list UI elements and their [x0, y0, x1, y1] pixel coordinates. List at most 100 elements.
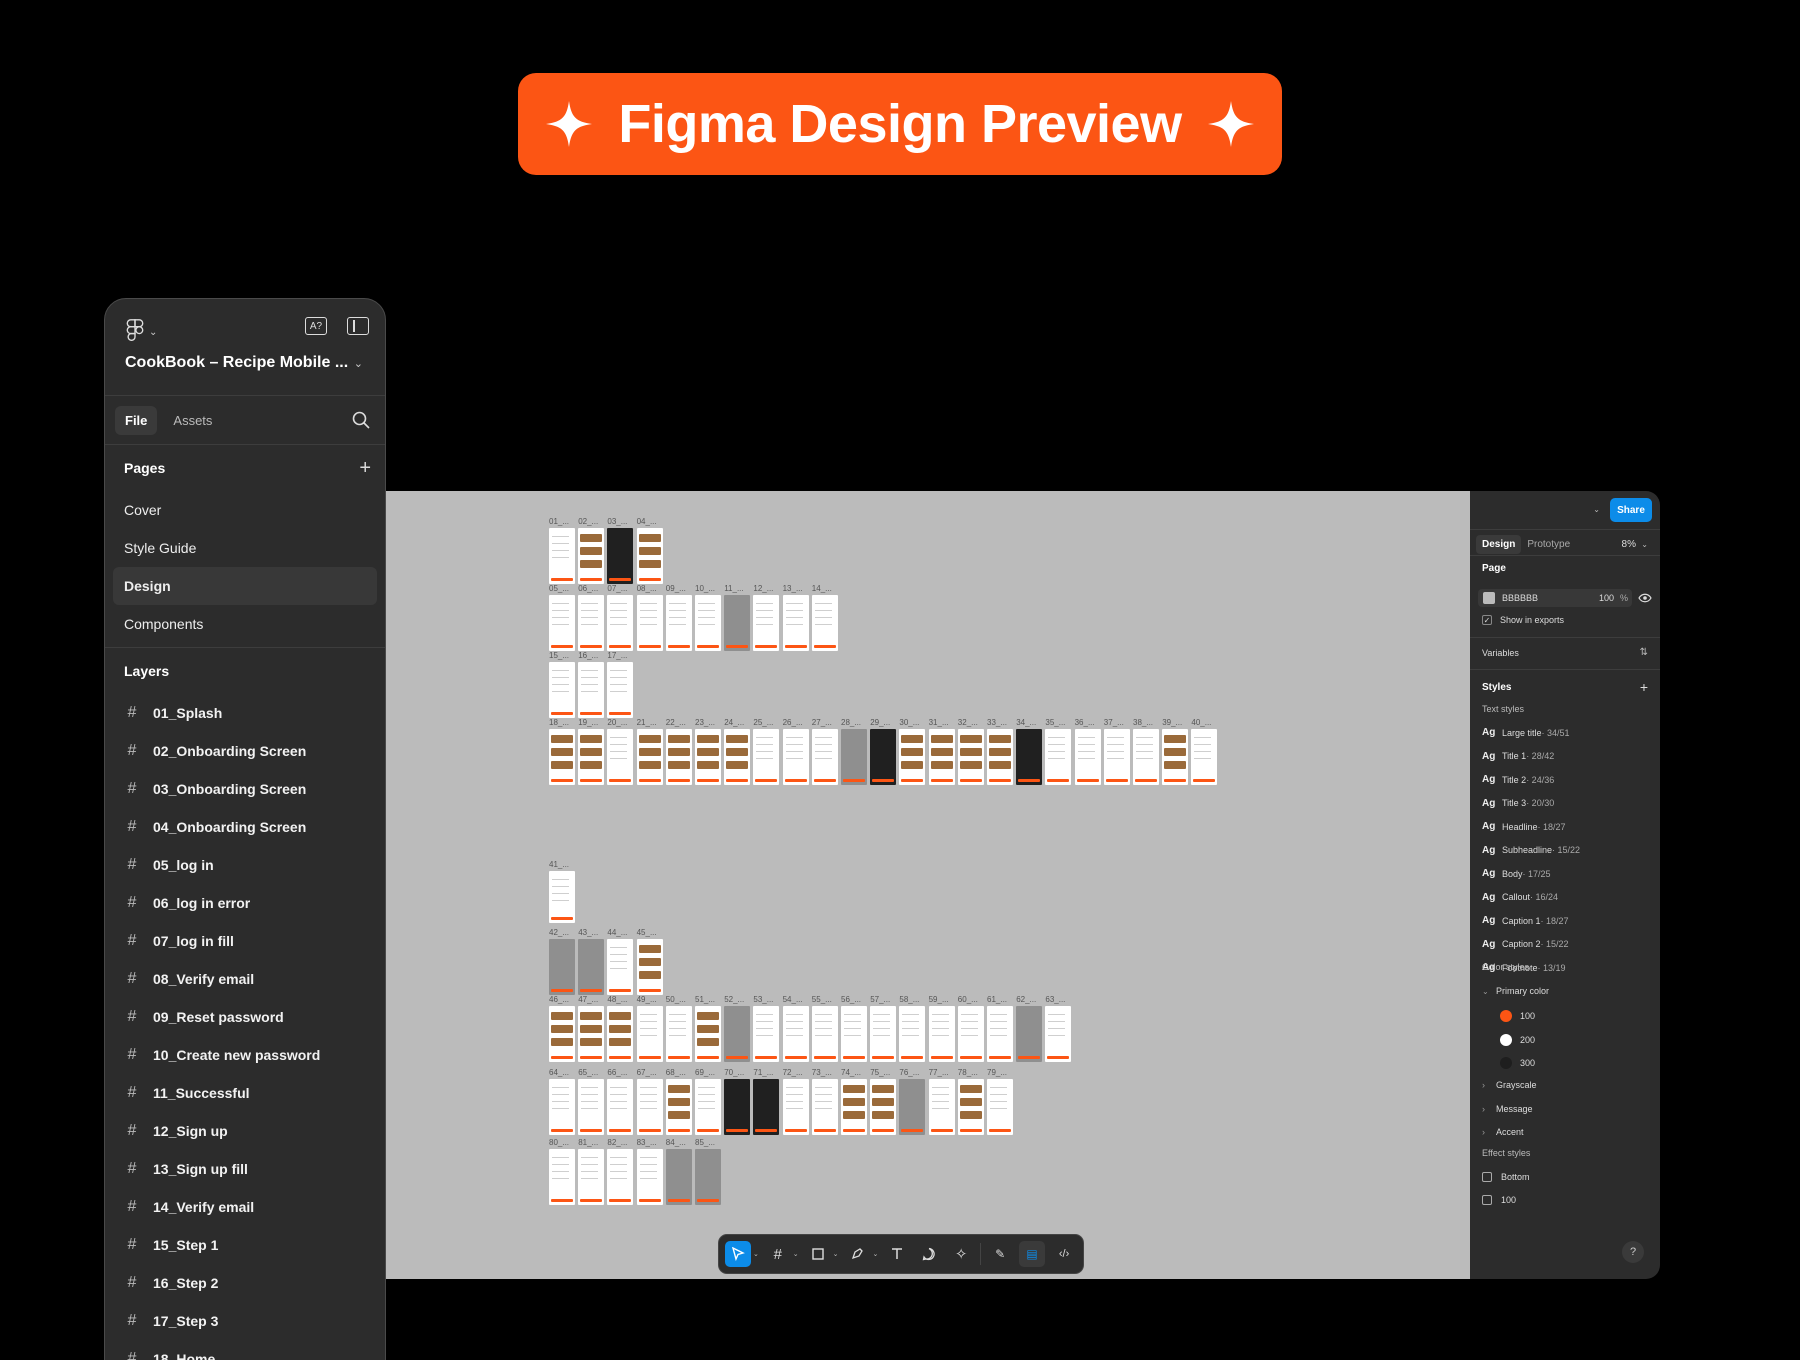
- frame-label[interactable]: 25_...: [753, 718, 773, 727]
- frame-label[interactable]: 59_...: [929, 995, 949, 1004]
- frame-label[interactable]: 05_...: [549, 584, 569, 593]
- frame-label[interactable]: 07_...: [607, 584, 627, 593]
- text-style-item[interactable]: Ag Headline · 18/27: [1482, 821, 1652, 832]
- chevron-down-icon[interactable]: ⌄: [793, 1250, 799, 1258]
- frame-label[interactable]: 52_...: [724, 995, 744, 1004]
- sidebar-toggle-icon[interactable]: [347, 317, 369, 335]
- frame-label[interactable]: 80_...: [549, 1138, 569, 1147]
- screen-frame[interactable]: [724, 1006, 751, 1062]
- frame-label[interactable]: 78_...: [958, 1068, 978, 1077]
- screen-frame[interactable]: [636, 1006, 663, 1062]
- pen-tool-icon[interactable]: [844, 1241, 870, 1267]
- screen-frame[interactable]: [899, 1006, 926, 1062]
- text-style-item[interactable]: Ag Callout · 16/24: [1482, 892, 1652, 903]
- chevron-down-icon[interactable]: ⌄: [833, 1250, 839, 1258]
- screen-frame[interactable]: [695, 729, 721, 785]
- screen-frame[interactable]: [636, 1149, 663, 1205]
- frame-label[interactable]: 04_...: [637, 517, 657, 526]
- frame-label[interactable]: 71_...: [753, 1068, 773, 1077]
- frame-label[interactable]: 18_...: [549, 718, 569, 727]
- layer-item[interactable]: #10_Create new password: [105, 1036, 385, 1074]
- layer-item[interactable]: #05_log in: [105, 846, 385, 884]
- screen-frame[interactable]: [607, 939, 634, 995]
- text-style-item[interactable]: Ag Caption 1 · 18/27: [1482, 915, 1652, 926]
- frame-label[interactable]: 10_...: [695, 584, 715, 593]
- tab-design[interactable]: Design: [1476, 535, 1522, 554]
- frame-label[interactable]: 46_...: [549, 995, 569, 1004]
- effect-style-item[interactable]: Bottom: [1482, 1172, 1652, 1182]
- screen-frame[interactable]: [607, 1149, 634, 1205]
- screen-frame[interactable]: [753, 1079, 780, 1135]
- color-style-item[interactable]: 300: [1500, 1057, 1652, 1069]
- frame-label[interactable]: 60_...: [958, 995, 978, 1004]
- frame-label[interactable]: 48_...: [607, 995, 627, 1004]
- page-color-swatch[interactable]: [1483, 592, 1495, 604]
- frame-label[interactable]: 57_...: [870, 995, 890, 1004]
- screen-frame[interactable]: [899, 1079, 926, 1135]
- checkbox-icon[interactable]: ✓: [1482, 615, 1492, 625]
- screen-frame[interactable]: [1016, 729, 1043, 785]
- layer-item[interactable]: #06_log in error: [105, 884, 385, 922]
- frame-label[interactable]: 75_...: [870, 1068, 890, 1077]
- screen-frame[interactable]: [811, 729, 838, 785]
- design-canvas[interactable]: 01_... 02_... 03_... 04_... 05_... 06_... 07_.…: [380, 491, 1470, 1279]
- frame-label[interactable]: 81_...: [578, 1138, 598, 1147]
- screen-frame[interactable]: [549, 595, 575, 651]
- text-style-item[interactable]: Ag Large title · 34/51: [1482, 727, 1652, 738]
- screen-frame[interactable]: [665, 1079, 692, 1135]
- screen-frame[interactable]: [665, 1006, 692, 1062]
- screen-frame[interactable]: [1045, 729, 1072, 785]
- screen-frame[interactable]: [636, 528, 663, 584]
- frame-label[interactable]: 33_...: [987, 718, 1007, 727]
- frame-label[interactable]: 72_...: [783, 1068, 803, 1077]
- text-tool-icon[interactable]: [884, 1241, 910, 1267]
- text-style-item[interactable]: Ag Subheadline · 15/22: [1482, 845, 1652, 856]
- screen-frame[interactable]: [870, 1006, 897, 1062]
- screen-frame[interactable]: [987, 1079, 1013, 1135]
- eye-icon[interactable]: [1638, 592, 1652, 604]
- layer-item[interactable]: #12_Sign up: [105, 1112, 385, 1150]
- frame-label[interactable]: 45_...: [637, 928, 657, 937]
- frame-label[interactable]: 66_...: [607, 1068, 627, 1077]
- screen-frame[interactable]: [928, 1006, 955, 1062]
- screen-frame[interactable]: [695, 1079, 721, 1135]
- page-item[interactable]: Cover: [105, 491, 377, 529]
- frame-label[interactable]: 22_...: [666, 718, 686, 727]
- share-button[interactable]: Share: [1610, 498, 1652, 522]
- frame-label[interactable]: 20_...: [607, 718, 627, 727]
- screen-frame[interactable]: [607, 528, 634, 584]
- frame-label[interactable]: 63_...: [1045, 995, 1065, 1004]
- frame-label[interactable]: 43_...: [578, 928, 598, 937]
- frame-label[interactable]: 79_...: [987, 1068, 1007, 1077]
- frame-label[interactable]: 50_...: [666, 995, 686, 1004]
- screen-frame[interactable]: [636, 595, 663, 651]
- screen-frame[interactable]: [549, 1006, 575, 1062]
- frame-label[interactable]: 24_...: [724, 718, 744, 727]
- frame-label[interactable]: 85_...: [695, 1138, 715, 1147]
- color-style-item[interactable]: 100: [1500, 1010, 1652, 1022]
- frame-label[interactable]: 83_...: [637, 1138, 657, 1147]
- frame-label[interactable]: 31_...: [929, 718, 949, 727]
- screen-frame[interactable]: [578, 662, 605, 718]
- page-item[interactable]: Components: [105, 605, 377, 643]
- design-mode-icon[interactable]: ▤: [1019, 1241, 1046, 1267]
- chevron-down-icon[interactable]: ⌄: [872, 1250, 878, 1258]
- screen-frame[interactable]: [578, 1079, 605, 1135]
- frame-label[interactable]: 67_...: [637, 1068, 657, 1077]
- frame-label[interactable]: 32_...: [958, 718, 978, 727]
- screen-frame[interactable]: [607, 1006, 634, 1062]
- screen-frame[interactable]: [578, 939, 605, 995]
- text-style-item[interactable]: Ag Title 1 · 28/42: [1482, 751, 1652, 762]
- tab-file[interactable]: File: [115, 405, 158, 435]
- layer-item[interactable]: #16_Step 2: [105, 1264, 385, 1302]
- frame-label[interactable]: 58_...: [899, 995, 919, 1004]
- screen-frame[interactable]: [549, 662, 575, 718]
- frame-label[interactable]: 40_...: [1191, 718, 1211, 727]
- primary-color-group[interactable]: Primary color: [1496, 986, 1549, 996]
- frame-label[interactable]: 74_...: [841, 1068, 861, 1077]
- screen-frame[interactable]: [987, 729, 1013, 785]
- add-page-icon[interactable]: +: [359, 457, 371, 480]
- layer-item[interactable]: #07_log in fill: [105, 922, 385, 960]
- zoom-level[interactable]: 8%: [1622, 539, 1636, 550]
- screen-frame[interactable]: [636, 729, 663, 785]
